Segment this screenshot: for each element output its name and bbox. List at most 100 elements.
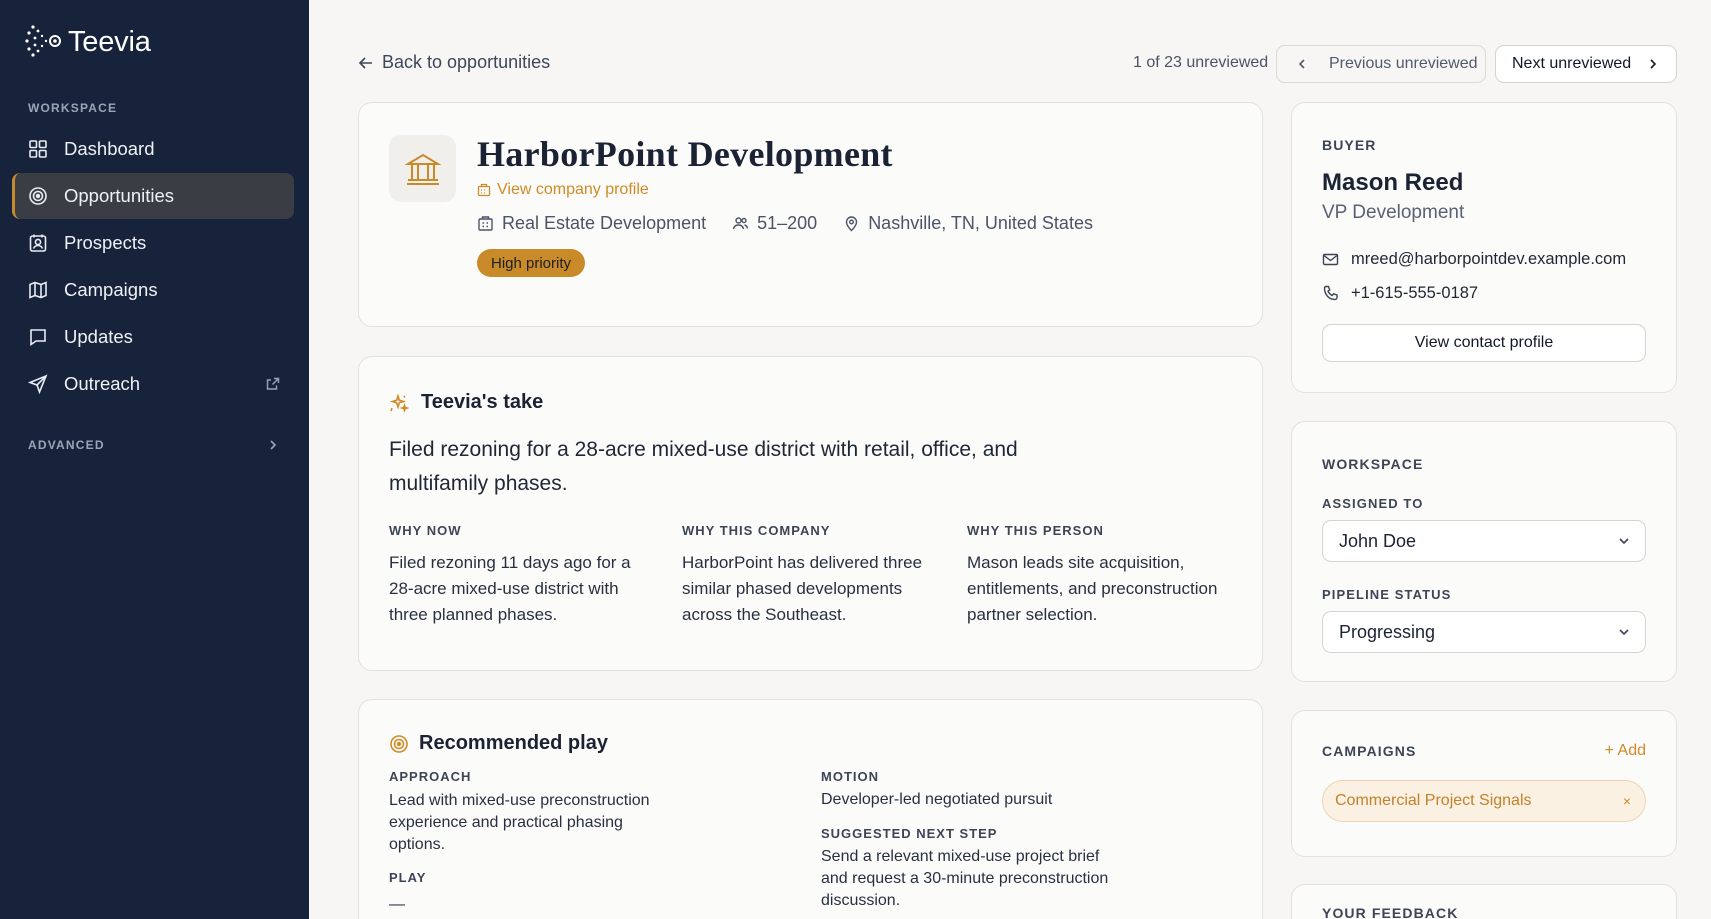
campaigns-label: CAMPAIGNS [1322,743,1417,759]
back-to-opportunities-link[interactable]: Back to opportunities [358,52,550,73]
chevron-down-icon [1619,538,1629,545]
company-meta: Real Estate Development 51–200 Nashville… [477,213,1093,234]
approach-text: Lead with mixed-use preconstruction expe… [389,792,650,853]
sidebar-nav: Dashboard Opportunities Prospects Campai… [12,126,294,408]
message-icon [30,329,46,347]
target-icon [29,187,47,205]
sidebar-item-label: Outreach [64,373,141,394]
company-card: HarborPoint Development View company pro… [358,102,1263,327]
mail-icon [1322,253,1339,266]
advanced-section-label: ADVANCED [28,438,105,452]
add-campaign-button[interactable]: + Add [1605,742,1646,760]
why-now-text: Filed rezoning 11 days ago for a 28-acre… [389,553,631,624]
chevron-right-icon [270,440,277,450]
building-icon [477,183,491,197]
building-icon [478,216,493,231]
feedback-card: YOUR FEEDBACK [1291,884,1677,919]
phone-text: +1-615-555-0187 [1351,284,1479,302]
buyer-label: BUYER [1322,137,1377,153]
send-icon [28,374,48,394]
take-summary: Filed rezoning for a 28-acre mixed-use d… [389,438,1018,495]
next-unreviewed-button[interactable]: Next unreviewed [1495,45,1677,83]
take-title-label: Teevia's take [421,391,544,413]
size-label: 51–200 [757,213,818,233]
pipeline-status-select[interactable]: Progressing [1322,611,1646,653]
company-size: 51–200 [732,213,817,234]
previous-label: Previous unreviewed [1329,55,1478,72]
arrow-left-icon [358,56,372,69]
logo[interactable]: Teevia [24,22,151,62]
buyer-card: BUYER Mason Reed VP Development mreed@ha… [1291,102,1677,393]
company-icon-box [389,135,456,202]
chevron-left-icon [1298,59,1305,69]
why-person-label: WHY THIS PERSON [967,523,1104,538]
sidebar-item-label: Updates [64,326,133,347]
view-contact-profile-button[interactable]: View contact profile [1322,324,1646,362]
chevron-right-icon [1650,59,1657,69]
sidebar-item-label: Prospects [64,232,147,253]
sidebar-item-outreach[interactable]: Outreach [12,361,294,407]
logo-mark-icon [25,25,61,57]
approach-label: APPROACH [389,769,472,784]
app-name: Teevia [68,25,151,58]
feedback-label: YOUR FEEDBACK [1322,905,1459,919]
why-now-label: WHY NOW [389,523,462,538]
play-label: PLAY [389,870,427,885]
play-value: — [389,896,405,913]
why-company-label: WHY THIS COMPANY [682,523,831,538]
sidebar-item-updates[interactable]: Updates [12,314,294,360]
company-name: HarborPoint Development [477,134,893,174]
unreviewed-counter: 1 of 23 unreviewed [1133,54,1269,71]
phone-icon [1323,285,1338,301]
bank-building-icon [404,153,441,185]
view-company-profile-link[interactable]: View company profile [477,181,649,199]
pipeline-status-label: PIPELINE STATUS [1322,587,1452,602]
sparkle-icon [389,392,409,413]
why-company-column: WHY THIS COMPANY HarborPoint has deliver… [682,523,942,628]
buyer-phone[interactable]: +1-615-555-0187 [1322,284,1478,303]
next-step-text: Send a relevant mixed-use project brief … [821,848,1109,909]
external-link-icon [266,377,280,390]
recommended-play-card: Recommended play APPROACH Lead with mixe… [358,699,1263,919]
remove-campaign-close-icon[interactable]: × [1623,793,1631,809]
target-icon [390,734,408,753]
why-company-text: HarborPoint has delivered three similar … [682,553,923,624]
motion-label: MOTION [821,769,879,784]
campaign-tag-label: Commercial Project Signals [1335,792,1532,809]
sidebar-item-label: Dashboard [64,138,155,159]
back-label: Back to opportunities [382,52,551,72]
assigned-to-value: John Doe [1339,530,1417,551]
priority-badge: High priority [477,249,586,277]
advanced-section-toggle[interactable]: ADVANCED [12,430,294,460]
why-person-text: Mason leads site acquisition, entitlemen… [967,553,1218,624]
why-now-column: WHY NOW Filed rezoning 11 days ago for a… [389,523,649,628]
location-label: Nashville, TN, United States [868,213,1093,233]
email-text: mreed@harborpointdev.example.com [1351,250,1627,268]
campaigns-card: CAMPAIGNS + Add Commercial Project Signa… [1291,710,1677,857]
prospects-icon [29,234,47,252]
buyer-title: VP Development [1322,202,1465,223]
company-industry: Real Estate Development [477,213,706,234]
sidebar-item-prospects[interactable]: Prospects [12,220,294,266]
buyer-email[interactable]: mreed@harborpointdev.example.com [1322,250,1626,269]
workspace-section-label: WORKSPACE [28,101,118,115]
assigned-to-label: ASSIGNED TO [1322,496,1424,511]
take-title: Teevia's take [389,391,543,414]
play-title-label: Recommended play [419,732,608,754]
workspace-label: WORKSPACE [1322,456,1424,472]
location-pin-icon [845,216,858,232]
sidebar-item-dashboard[interactable]: Dashboard [12,126,294,172]
previous-unreviewed-button[interactable]: Previous unreviewed [1276,45,1486,83]
teevia-take-card: Teevia's take Filed rezoning for a 28-ac… [358,356,1263,671]
workspace-card: WORKSPACE ASSIGNED TO John Doe PIPELINE … [1291,421,1677,682]
sidebar-item-campaigns[interactable]: Campaigns [12,267,294,313]
sidebar: Teevia WORKSPACE Dashboard Opportunities… [0,0,309,919]
assigned-to-select[interactable]: John Doe [1322,520,1646,562]
sidebar-item-opportunities[interactable]: Opportunities [12,173,294,219]
dashboard-icon [29,140,47,158]
why-person-column: WHY THIS PERSON Mason leads site acquisi… [967,523,1227,628]
company-location: Nashville, TN, United States [843,213,1093,234]
chevron-down-icon [1619,629,1629,636]
pipeline-status-value: Progressing [1339,621,1436,642]
campaign-tag: Commercial Project Signals × [1322,780,1646,822]
